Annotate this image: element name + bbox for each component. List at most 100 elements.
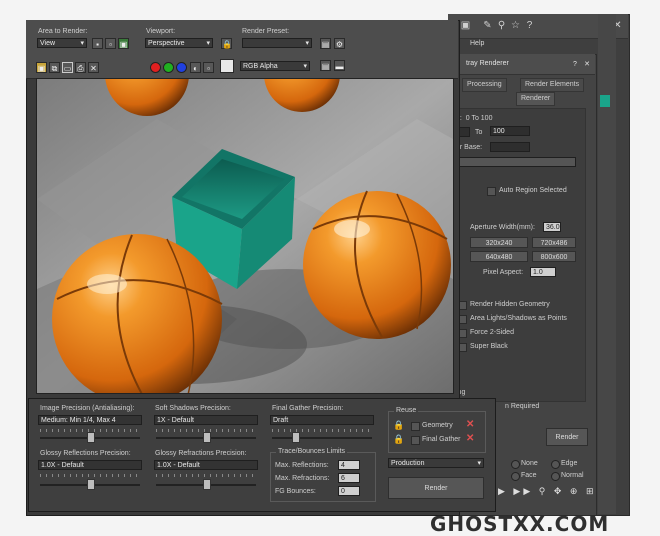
alpha-icon[interactable]: ◐: [190, 62, 201, 73]
pixel-aspect-field[interactable]: 1.0: [530, 267, 556, 277]
render-button[interactable]: Render: [388, 477, 484, 499]
reuse-group: [388, 411, 486, 453]
region-icon[interactable]: ▫: [105, 38, 116, 49]
copy-image-icon[interactable]: ⧉: [49, 62, 60, 73]
help-icon[interactable]: ?: [524, 20, 535, 31]
area-to-render-dropdown[interactable]: View ▾: [37, 38, 87, 48]
option-area-lights: Area Lights/Shadows as Points: [470, 315, 567, 322]
render-setup-icon[interactable]: ▤: [320, 38, 331, 49]
render-setup-render-button[interactable]: Render: [546, 428, 588, 446]
tab-processing[interactable]: Processing: [462, 78, 507, 92]
final-gather-label: Final Gather Precision:: [272, 405, 344, 412]
mono-icon[interactable]: ▫: [203, 62, 214, 73]
range-to-field[interactable]: 100: [490, 126, 530, 136]
toolbar-icon-a[interactable]: ▣: [460, 20, 471, 31]
soft-shadows-label: Soft Shadows Precision:: [155, 405, 231, 412]
image-precision-field[interactable]: Medium: Min 1/4, Max 4: [38, 415, 142, 425]
auto-region-icon[interactable]: ▣: [118, 38, 129, 49]
clear-final-gather-icon[interactable]: ✕: [466, 433, 474, 444]
render-preset-dropdown[interactable]: ▾: [242, 38, 312, 48]
pixel-aspect-label: Pixel Aspect:: [483, 269, 524, 276]
res-800x600-button[interactable]: 800x600: [532, 251, 576, 262]
wrench-icon[interactable]: ✎: [482, 20, 493, 31]
partial-text-2: n Required: [505, 403, 540, 410]
toggle-ui-icon[interactable]: ▬: [334, 60, 345, 71]
tab-renderer[interactable]: Renderer: [516, 92, 556, 106]
radio-normal[interactable]: [551, 472, 560, 481]
render-preset-label: Render Preset:: [242, 28, 290, 35]
rendered-image: [36, 78, 454, 394]
final-gather-reuse-checkbox[interactable]: [411, 436, 420, 445]
option-force-2sided: Force 2-Sided: [470, 329, 514, 336]
res-640x480-button[interactable]: 640x480: [470, 251, 528, 262]
radio-normal-label: Normal: [561, 472, 584, 479]
lock-icon[interactable]: ▪: [92, 38, 103, 49]
final-gather-field[interactable]: Draft: [270, 415, 374, 425]
print-icon[interactable]: ⎙: [75, 62, 86, 73]
lock-viewport-icon[interactable]: 🔒: [221, 38, 232, 49]
help-icon[interactable]: ?: [570, 60, 580, 70]
final-gather-ticks: [272, 429, 372, 432]
file-base-field[interactable]: [490, 142, 530, 152]
render-setup-title: tray Renderer: [466, 60, 509, 67]
binoculars-icon[interactable]: ⚲: [496, 20, 507, 31]
glossy-refl-ticks: [40, 474, 140, 477]
aperture-label: Aperture Width(mm):: [470, 224, 535, 231]
clear-geometry-icon[interactable]: ✕: [466, 419, 474, 430]
lock-final-gather-icon[interactable]: 🔒: [393, 434, 404, 445]
fg-bounces-field[interactable]: 0: [338, 486, 360, 496]
glossy-refr-label: Glossy Refractions Precision:: [155, 450, 247, 457]
range-label: b: 0 To 100: [456, 115, 493, 122]
aperture-field[interactable]: 36.0: [543, 222, 561, 232]
image-precision-thumb[interactable]: [87, 432, 95, 443]
glossy-refl-field[interactable]: 1.0X - Default: [38, 460, 142, 470]
max-refractions-field[interactable]: 6: [338, 473, 360, 483]
res-320x240-button[interactable]: 320x240: [470, 237, 528, 248]
trace-bounces-label: Trace/Bounces Limits: [276, 448, 348, 455]
render-setup-titlebar: tray Renderer ? ✕: [452, 54, 595, 75]
clear-icon[interactable]: ✕: [88, 62, 99, 73]
final-gather-thumb[interactable]: [292, 432, 300, 443]
production-dropdown[interactable]: Production ▾: [388, 458, 484, 468]
geometry-checkbox[interactable]: [411, 422, 420, 431]
chevron-down-icon: ▾: [305, 40, 309, 47]
radio-edge[interactable]: [551, 460, 560, 469]
chevron-down-icon: ▾: [477, 460, 481, 467]
auto-region-label: Auto Region Selected: [499, 187, 567, 194]
color-swatch[interactable]: [600, 95, 610, 107]
save-image-icon[interactable]: ▣: [36, 62, 47, 73]
option-render-hidden: Render Hidden Geometry: [470, 301, 550, 308]
glossy-refr-field[interactable]: 1.0X - Default: [154, 460, 258, 470]
star-icon[interactable]: ☆: [510, 20, 521, 31]
red-channel-icon[interactable]: [150, 62, 161, 73]
res-720x486-button[interactable]: 720x486: [532, 237, 576, 248]
menu-help[interactable]: Help: [470, 40, 484, 47]
soft-shadows-field[interactable]: 1X - Default: [154, 415, 258, 425]
viewport-dropdown[interactable]: Perspective ▾: [145, 38, 213, 48]
color-swatch-icon[interactable]: [220, 59, 234, 73]
display-icon[interactable]: ▤: [320, 60, 331, 71]
lock-geometry-icon[interactable]: 🔒: [393, 420, 404, 431]
glossy-refr-thumb[interactable]: [203, 479, 211, 490]
channel-dropdown[interactable]: RGB Alpha ▾: [240, 61, 310, 71]
blue-channel-icon[interactable]: [176, 62, 187, 73]
environment-icon[interactable]: ⚙: [334, 38, 345, 49]
playback-controls[interactable]: ▶ ▶▶ ⚲ ✥ ⊕ ⊞: [498, 486, 618, 498]
radio-edge-label: Edge: [561, 460, 578, 467]
option-super-black: Super Black: [470, 343, 508, 350]
image-precision-label: Image Precision (Antialiasing):: [40, 405, 135, 412]
radio-face[interactable]: [511, 472, 520, 481]
clone-frame-icon[interactable]: ▭: [62, 62, 73, 73]
tab-render-elements[interactable]: Render Elements: [520, 78, 585, 92]
max-reflections-field[interactable]: 4: [338, 460, 360, 470]
green-channel-icon[interactable]: [163, 62, 174, 73]
radio-none[interactable]: [511, 460, 520, 469]
glossy-refl-thumb[interactable]: [87, 479, 95, 490]
soft-shadows-thumb[interactable]: [203, 432, 211, 443]
close-icon[interactable]: ✕: [582, 60, 592, 70]
path-field[interactable]: [456, 157, 576, 167]
reuse-label: Reuse: [394, 407, 419, 414]
auto-region-checkbox[interactable]: [487, 187, 496, 196]
final-gather-slider[interactable]: [272, 437, 372, 439]
chevron-down-icon: ▾: [80, 40, 84, 47]
